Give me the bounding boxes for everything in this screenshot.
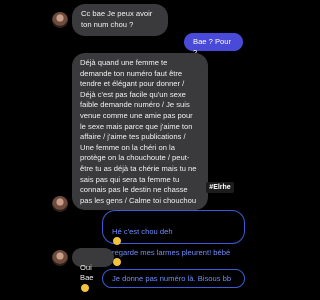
- message-text: Hé c'est chou deh: [112, 226, 173, 236]
- message-text: regarde mes larmes pleurent! bébé: [112, 247, 231, 257]
- chat-screen: Cc bae Je peux avoir ton num chou ? Bae …: [0, 0, 300, 300]
- tears-of-joy-emoji-icon: [81, 283, 89, 292]
- contact-avatar[interactable]: [52, 196, 68, 212]
- incoming-message-bubble[interactable]: Oui Bae: [72, 248, 114, 292]
- incoming-message-bubble[interactable]: Déjà quand une femme te demande ton numé…: [72, 53, 208, 210]
- watermark-label: #Elrhe: [206, 182, 234, 193]
- tears-of-joy-emoji-icon: [113, 237, 121, 246]
- outgoing-message-bubble[interactable]: Hé c'est chou deh regarde mes larmes ple…: [102, 210, 245, 267]
- contact-avatar[interactable]: [52, 250, 68, 266]
- outgoing-message-bubble[interactable]: Bae ? Pour ?: [184, 33, 243, 57]
- outgoing-message-bubble[interactable]: Je donne pas numéro là. Bisous bb: [102, 269, 245, 288]
- smiling-emoji-icon: [113, 258, 121, 267]
- contact-avatar[interactable]: [52, 12, 68, 28]
- incoming-message-bubble[interactable]: Cc bae Je peux avoir ton num chou ?: [72, 4, 168, 36]
- message-text: Oui Bae: [80, 262, 94, 283]
